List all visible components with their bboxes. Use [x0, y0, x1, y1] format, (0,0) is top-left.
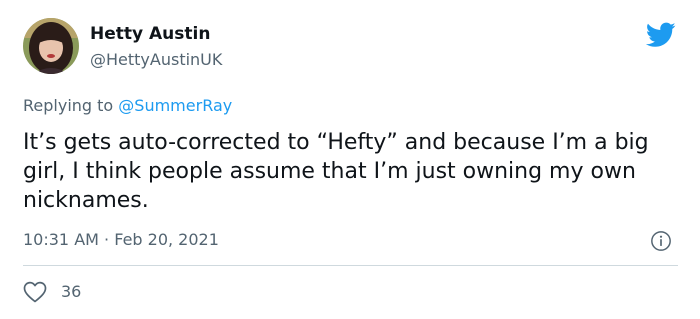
- like-action[interactable]: 36: [23, 281, 81, 303]
- reply-mention-link[interactable]: @SummerRay: [118, 96, 232, 115]
- tweet-date: Feb 20, 2021: [114, 230, 219, 249]
- twitter-bird-icon[interactable]: [646, 22, 676, 48]
- tweet-text: It’s gets auto-corrected to “Hefty” and …: [23, 130, 649, 213]
- heart-icon[interactable]: [23, 281, 47, 303]
- divider: [23, 265, 678, 266]
- author-handle[interactable]: @HettyAustinUK: [90, 50, 222, 70]
- avatar[interactable]: [23, 18, 79, 74]
- author-display-name[interactable]: Hetty Austin: [90, 24, 210, 44]
- avatar-photo: [23, 18, 79, 74]
- timestamp-separator: ·: [104, 230, 110, 249]
- info-icon[interactable]: [650, 230, 672, 252]
- tweet-time: 10:31 AM: [23, 230, 99, 249]
- tweet-timestamp[interactable]: 10:31 AM · Feb 20, 2021: [23, 230, 219, 250]
- replying-to-label: Replying to: [23, 96, 114, 115]
- replying-to-line: Replying to @SummerRay: [23, 96, 232, 116]
- like-count: 36: [61, 282, 82, 301]
